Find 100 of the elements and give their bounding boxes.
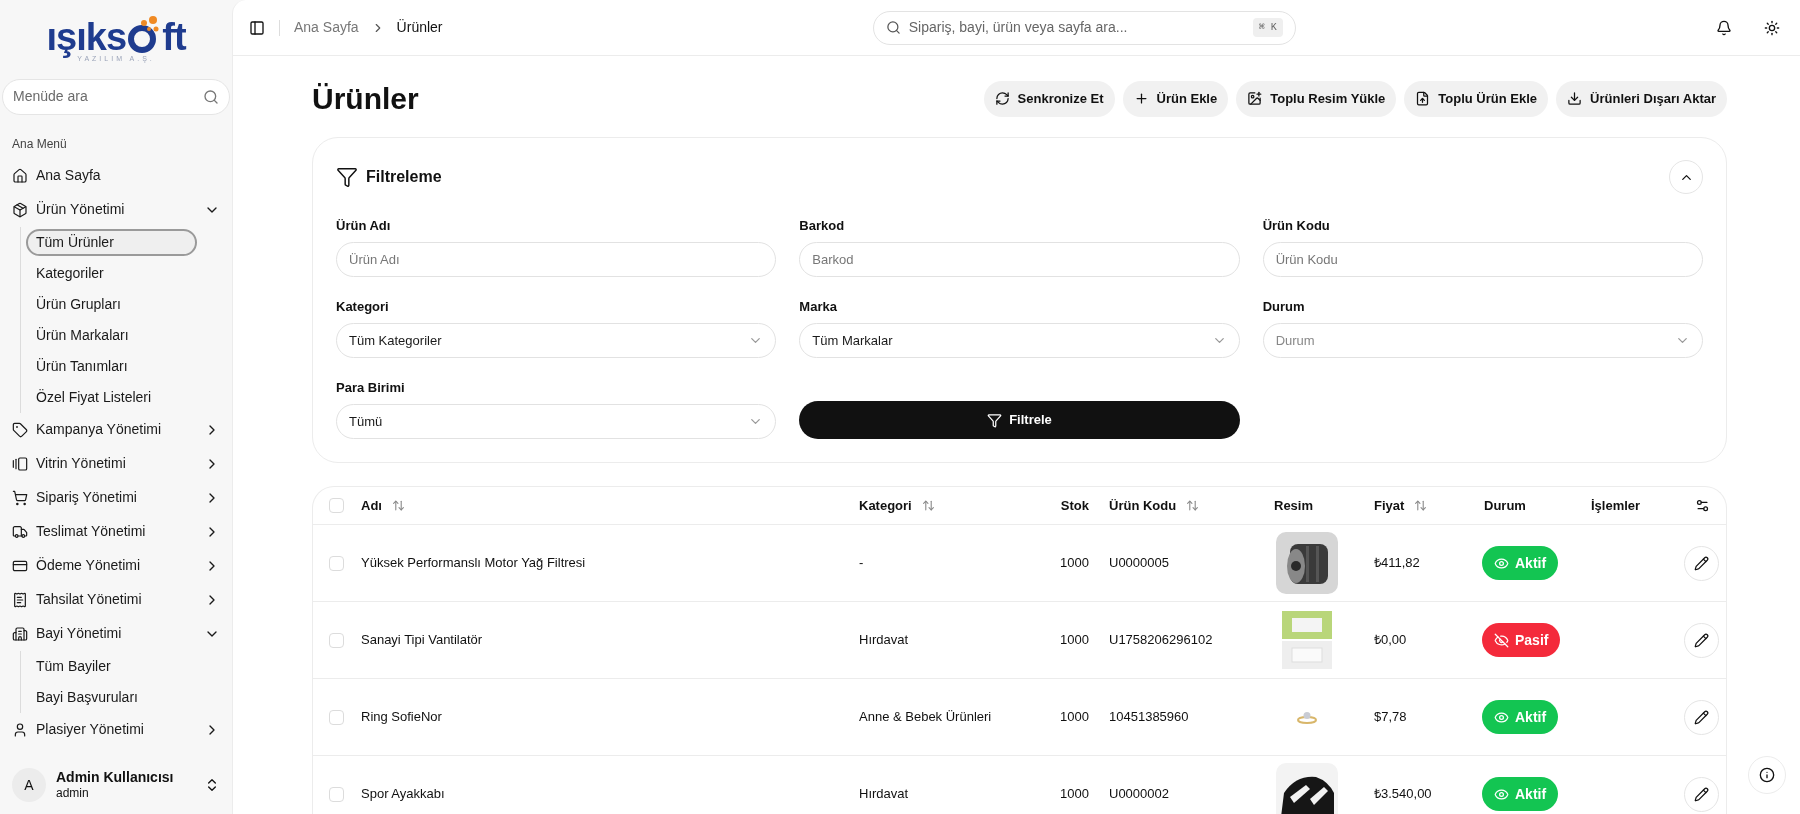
table-cell: Anne & Bebek Ürünleri bbox=[859, 709, 992, 725]
filter-submit-button[interactable]: Filtrele bbox=[799, 401, 1240, 439]
sidebar-toggle-icon[interactable] bbox=[249, 19, 265, 36]
breadcrumb-link[interactable]: Ana Sayfa bbox=[294, 17, 359, 38]
user-avatar: A bbox=[12, 768, 46, 802]
toolbar-button[interactable]: Ürünleri Dışarı Aktar bbox=[1556, 80, 1727, 117]
table-cell: U0000002 bbox=[1109, 786, 1169, 802]
column-header: Ürün Kodu bbox=[1109, 496, 1177, 515]
field-label: Ürün Kodu bbox=[1262, 218, 1330, 233]
pencil-icon bbox=[1694, 632, 1709, 648]
notification-icon[interactable] bbox=[1716, 19, 1732, 36]
sort-icon[interactable] bbox=[921, 499, 935, 512]
shortcut-key: ⌘ K bbox=[1252, 18, 1283, 37]
eye-icon bbox=[1494, 555, 1509, 571]
menu-item[interactable]: Ürün Yönetimi bbox=[4, 192, 228, 227]
row-checkbox[interactable] bbox=[329, 709, 344, 725]
table-cell: ₺3.540,00 bbox=[1374, 786, 1432, 802]
table-cell: Spor Ayakkabı bbox=[361, 786, 445, 802]
menu-item[interactable]: Tahsilat Yönetimi bbox=[4, 582, 228, 617]
menu-item[interactable]: Sipariş Yönetimi bbox=[4, 480, 228, 515]
text-field[interactable]: Ürün Kodu bbox=[1262, 242, 1703, 277]
table-cell: Hırdavat bbox=[859, 786, 909, 802]
search-icon bbox=[203, 88, 219, 105]
search-input[interactable]: Menüde ara bbox=[13, 86, 203, 107]
text-field[interactable]: Ürün Adı bbox=[336, 242, 777, 277]
table-cell: Sanayi Tipi Vantilatör bbox=[361, 632, 483, 648]
table-cell: ₺411,82 bbox=[1374, 555, 1420, 571]
menu-item[interactable]: Teslimat Yönetimi bbox=[4, 514, 228, 549]
column-settings-icon[interactable] bbox=[1695, 498, 1710, 513]
menu-item[interactable]: Ana Sayfa bbox=[4, 158, 228, 193]
pencil-icon bbox=[1694, 709, 1709, 725]
toolbar-button[interactable]: Ürün Ekle bbox=[1122, 80, 1229, 117]
column-header: Resim bbox=[1274, 496, 1314, 515]
table-cell: 1000 bbox=[1060, 632, 1089, 648]
menu-item[interactable]: Kampanya Yönetimi bbox=[4, 412, 228, 447]
submenu-item[interactable]: Ürün Markaları bbox=[26, 321, 197, 349]
column-header: İşlemler bbox=[1591, 496, 1641, 515]
submenu-item[interactable]: Kategoriler bbox=[26, 259, 197, 287]
cart-icon bbox=[12, 489, 28, 506]
sort-icon[interactable] bbox=[1414, 499, 1428, 512]
row-checkbox[interactable] bbox=[329, 786, 344, 802]
column-header: Fiyat bbox=[1374, 496, 1405, 515]
toolbar-button[interactable]: Toplu Resim Yükle bbox=[1236, 80, 1397, 117]
eye-icon bbox=[1494, 709, 1509, 725]
column-header: Kategori bbox=[859, 496, 912, 515]
theme-icon[interactable] bbox=[1764, 19, 1780, 36]
breadcrumb-link[interactable]: Ürünler bbox=[396, 17, 443, 38]
receipt-icon bbox=[12, 591, 28, 608]
table-cell: Yüksek Performanslı Motor Yağ Filtresi bbox=[361, 555, 586, 571]
search-icon bbox=[885, 20, 901, 35]
info-button[interactable] bbox=[1748, 756, 1786, 794]
box-icon bbox=[12, 201, 28, 218]
table-cell: 1000 bbox=[1060, 555, 1089, 571]
field-label: Ürün Adı bbox=[336, 218, 391, 233]
submenu-item[interactable]: Ürün Grupları bbox=[26, 290, 197, 318]
menu-section-label: Ana Menü bbox=[12, 135, 67, 153]
refresh-icon bbox=[994, 91, 1010, 106]
text-field[interactable]: Barkod bbox=[799, 242, 1240, 277]
submenu-item[interactable]: Özel Fiyat Listeleri bbox=[26, 383, 197, 411]
status-badge: Aktif bbox=[1482, 546, 1559, 580]
menu-search-field[interactable]: Menüde ara bbox=[2, 78, 230, 115]
table-cell: 1000 bbox=[1060, 786, 1089, 802]
truck-icon bbox=[12, 523, 28, 540]
status-badge: Aktif bbox=[1482, 777, 1559, 811]
table-cell: Hırdavat bbox=[859, 632, 909, 648]
building-icon bbox=[12, 625, 28, 642]
file-upload-icon bbox=[1415, 91, 1431, 106]
pencil-icon bbox=[1694, 786, 1709, 802]
submenu-item[interactable]: Ürün Tanımları bbox=[26, 352, 197, 380]
sort-icon[interactable] bbox=[1186, 499, 1200, 512]
page-title: Ürünler bbox=[312, 81, 419, 117]
field-label: Durum bbox=[1262, 299, 1305, 314]
table-cell: U1758206296102 bbox=[1109, 632, 1213, 648]
field-label: Para Birimi bbox=[336, 380, 405, 395]
table-cell: - bbox=[859, 555, 864, 571]
logo-wordmark: ft bbox=[162, 18, 186, 56]
pencil-icon bbox=[1694, 555, 1709, 571]
menu-item[interactable]: Ödeme Yönetimi bbox=[4, 548, 228, 583]
column-header: Stok bbox=[1060, 496, 1089, 515]
toolbar-button[interactable]: Toplu Ürün Ekle bbox=[1404, 80, 1549, 117]
sort-icon[interactable] bbox=[391, 499, 405, 512]
user-role: admin bbox=[56, 786, 90, 802]
submenu-item[interactable]: Tüm Ürünler bbox=[26, 228, 197, 256]
menu-item[interactable]: Vitrin Yönetimi bbox=[4, 446, 228, 481]
toolbar-button[interactable]: Senkronize Et bbox=[983, 80, 1115, 117]
info-icon bbox=[1759, 767, 1775, 783]
filter-icon bbox=[336, 166, 358, 188]
submenu-item[interactable]: Bayi Başvuruları bbox=[26, 683, 197, 711]
row-checkbox[interactable] bbox=[329, 555, 344, 571]
eye-icon bbox=[1494, 786, 1509, 802]
row-checkbox[interactable] bbox=[329, 632, 344, 648]
table-cell: ₺0,00 bbox=[1374, 632, 1407, 648]
download-icon bbox=[1567, 91, 1583, 106]
menu-item[interactable]: Plasiyer Yönetimi bbox=[4, 712, 228, 747]
select-all-checkbox[interactable] bbox=[329, 498, 344, 513]
search-input[interactable]: Sipariş, bayi, ürün veya sayfa ara... bbox=[908, 17, 1245, 38]
menu-item[interactable]: Bayi Yönetimi bbox=[4, 616, 228, 651]
submenu-item[interactable]: Tüm Bayiler bbox=[26, 652, 197, 680]
table-cell: U0000005 bbox=[1109, 555, 1169, 571]
logo-wordmark: ışıks bbox=[46, 18, 127, 56]
